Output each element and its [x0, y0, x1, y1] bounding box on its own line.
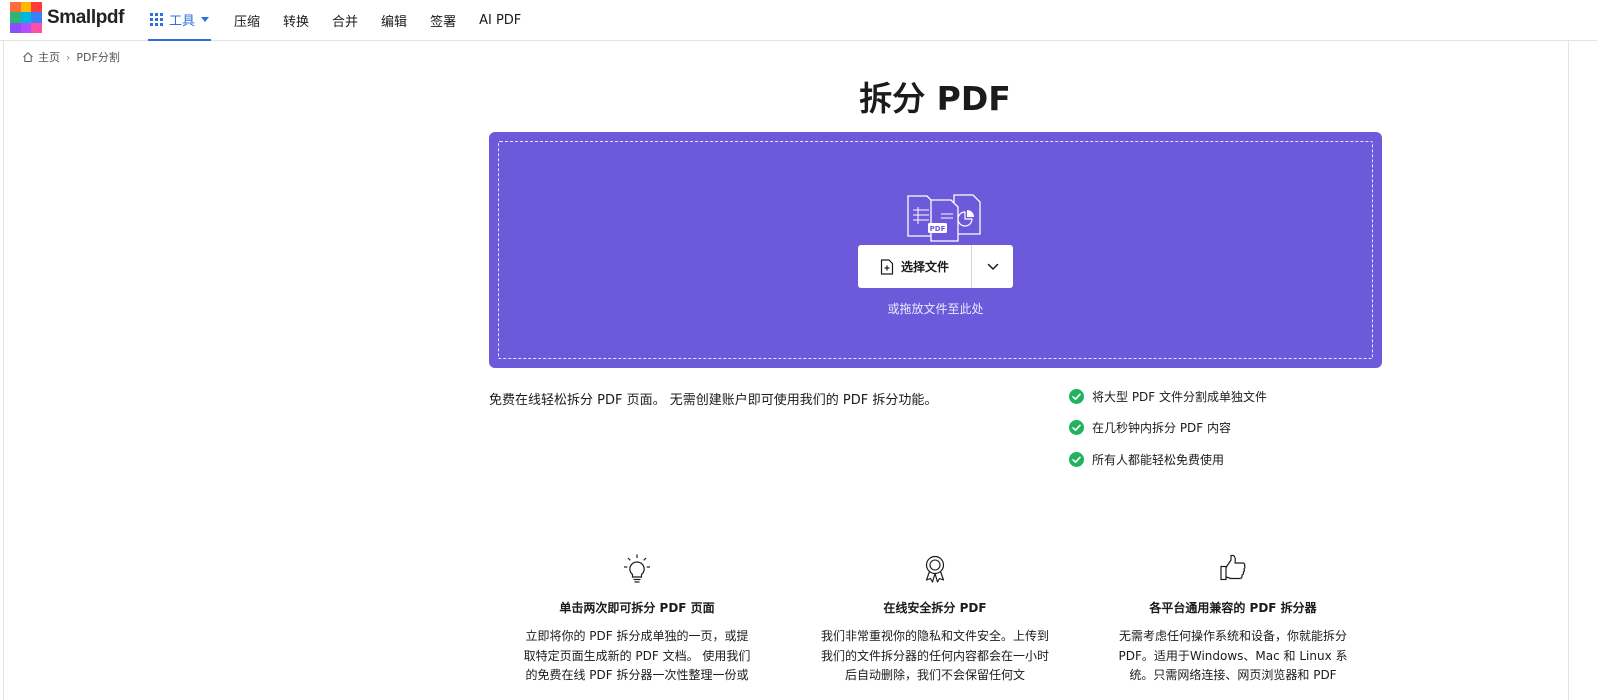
tools-menu[interactable]: 工具 [148, 0, 211, 41]
page-title: 拆分 PDF [859, 79, 1011, 118]
drop-hint: 或拖放文件至此处 [887, 302, 984, 316]
logo-tile [20, 22, 32, 33]
feature-text: 将大型 PDF 文件分割成单独文件 [1092, 389, 1268, 404]
benefit-title: 单击两次即可拆分 PDF 页面 [559, 601, 715, 615]
logo-tile [31, 22, 42, 33]
benefit-card: 各平台通用兼容的 PDF 拆分器 无需考虑任何操作系统和设备，你就能拆分 PDF… [1113, 553, 1353, 686]
feature-item: 在几秒钟内拆分 PDF 内容 [1069, 420, 1267, 436]
logo-tile [31, 12, 42, 23]
nav-ai-pdf[interactable]: AI PDF [479, 13, 521, 28]
right-divider [1568, 41, 1569, 700]
left-divider [3, 41, 4, 700]
feature-item: 将大型 PDF 文件分割成单独文件 [1069, 388, 1267, 404]
choose-file-label: 选择文件 [900, 260, 949, 274]
nav-merge[interactable]: 合并 [332, 11, 358, 30]
choose-file-button[interactable]: 选择文件 [858, 245, 971, 288]
tool-description: 免费在线轻松拆分 PDF 页面。 无需创建账户即可使用我们的 PDF 拆分功能。 [489, 393, 938, 408]
award-icon [925, 555, 945, 583]
benefit-card: 在线安全拆分 PDF 我们非常重视你的隐私和文件安全。上传到我们的文件拆分器的任… [815, 553, 1055, 686]
nav-sign[interactable]: 签署 [430, 11, 456, 30]
file-dropzone[interactable]: PDF 选择文件 或拖放文件至此处 [489, 132, 1382, 368]
home-icon [23, 52, 33, 63]
logo-text: Smallpdf [47, 6, 125, 28]
logo-tile [31, 2, 42, 13]
logo-tile [10, 12, 21, 23]
page: Smallpdf 工具 压缩 转换 合并 编辑 签署 AI PDF 主页 › P… [0, 0, 1597, 700]
nav-convert[interactable]: 转换 [283, 11, 309, 30]
check-circle-icon [1069, 388, 1084, 404]
tools-menu-label: 工具 [169, 14, 196, 29]
nav-edit[interactable]: 编辑 [381, 11, 407, 30]
benefit-card: 单击两次即可拆分 PDF 页面 立即将你的 PDF 拆分成单独的一页，或提取特定… [517, 553, 757, 686]
chevron-down-icon [987, 263, 998, 270]
apps-grid-icon [150, 13, 163, 26]
breadcrumb-separator: › [66, 50, 71, 64]
feature-text: 所有人都能轻松免费使用 [1092, 452, 1225, 467]
logo-mark-icon [10, 2, 42, 33]
documents-icon: PDF [907, 194, 981, 242]
smallpdf-logo[interactable]: Smallpdf [10, 2, 124, 33]
pdf-badge: PDF [930, 225, 946, 233]
benefit-text: 立即将你的 PDF 拆分成单独的一页，或提取特定页面生成新的 PDF 文档。 使… [523, 629, 751, 682]
main-nav: 工具 压缩 转换 合并 编辑 签署 AI PDF [148, 0, 521, 41]
file-add-icon [880, 258, 894, 275]
upload-options-button[interactable] [972, 245, 1013, 288]
logo-tile [20, 12, 32, 23]
benefit-text: 无需考虑任何操作系统和设备，你就能拆分 PDF。适用于Windows、Mac 和… [1118, 629, 1348, 682]
breadcrumb-home[interactable]: 主页 [38, 49, 60, 65]
logo-tile [20, 2, 32, 13]
breadcrumb: 主页 › PDF分割 [22, 49, 120, 65]
benefit-title: 在线安全拆分 PDF [883, 601, 987, 615]
feature-item: 所有人都能轻松免费使用 [1069, 451, 1267, 467]
feature-text: 在几秒钟内拆分 PDF 内容 [1092, 421, 1232, 435]
thumbs-up-icon [1220, 554, 1246, 581]
check-circle-icon [1069, 451, 1084, 467]
top-navbar: Smallpdf 工具 压缩 转换 合并 编辑 签署 AI PDF [0, 0, 1597, 41]
logo-tile [10, 22, 21, 33]
logo-tile [10, 2, 21, 13]
feature-list: 将大型 PDF 文件分割成单独文件 在几秒钟内拆分 PDF 内容 所有人都能轻松… [1069, 388, 1267, 483]
dropzone-dashed-border: PDF 选择文件 或拖放文件至此处 [498, 141, 1373, 359]
lightbulb-icon [624, 554, 650, 583]
nav-compress[interactable]: 压缩 [234, 11, 260, 30]
breadcrumb-current: PDF分割 [76, 51, 120, 64]
check-circle-icon [1069, 420, 1084, 435]
choose-file-group: 选择文件 [858, 245, 1013, 288]
caret-down-icon [201, 17, 209, 22]
benefit-text: 我们非常重视你的隐私和文件安全。上传到我们的文件拆分器的任何内容都会在一小时后自… [820, 629, 1049, 682]
benefit-title: 各平台通用兼容的 PDF 拆分器 [1149, 601, 1317, 615]
